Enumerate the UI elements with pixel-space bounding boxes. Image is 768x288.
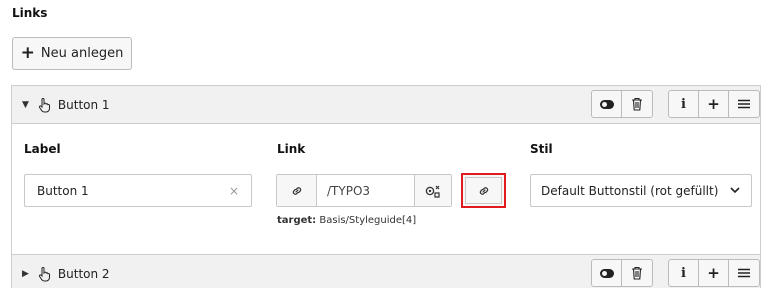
hamburger-icon — [738, 268, 750, 278]
drag-handle-icon[interactable] — [36, 97, 52, 113]
caret-right-icon[interactable]: ▶ — [22, 269, 29, 279]
toggle-visibility-button[interactable] — [592, 260, 622, 286]
info-icon: i — [681, 96, 686, 112]
link-input-value: /TYPO3 — [327, 183, 371, 198]
item-title: Button 1 — [57, 97, 110, 112]
info-icon: i — [681, 265, 686, 281]
link-target-info: target: Basis/Styleguide[4] — [277, 215, 416, 226]
toggle-icon — [599, 99, 614, 109]
item-panel-1: ▼ Button 1 i + Label Link Stil Button 1 … — [11, 85, 761, 255]
new-button-label: Neu anlegen — [40, 46, 124, 61]
menu-button[interactable] — [729, 91, 759, 117]
visibility-delete-group — [591, 90, 653, 118]
info-button[interactable]: i — [669, 91, 699, 117]
plus-icon: + — [20, 43, 35, 63]
plus-icon: + — [707, 95, 720, 113]
item-actions-group: i + — [668, 90, 760, 118]
link-icon — [292, 186, 301, 195]
delete-button[interactable] — [622, 91, 652, 117]
link-input[interactable]: /TYPO3 — [317, 175, 415, 206]
toggle-icon — [599, 268, 614, 278]
delete-button[interactable] — [622, 260, 652, 286]
target-label: target: — [277, 215, 317, 226]
label-input-value: Button 1 — [37, 183, 89, 198]
label-field-title: Label — [24, 142, 61, 156]
link-settings-icon — [425, 185, 440, 198]
item-actions-group: i + — [668, 259, 760, 287]
hamburger-icon — [738, 99, 750, 109]
visibility-delete-group — [591, 259, 653, 287]
style-select-value: Default Buttonstil (rot gefüllt) — [541, 183, 719, 198]
link-options-button[interactable] — [415, 175, 451, 206]
plus-icon: + — [707, 264, 720, 282]
chevron-down-icon — [730, 187, 740, 194]
caret-down-icon[interactable]: ▼ — [22, 100, 29, 110]
trash-icon — [632, 266, 642, 280]
style-select[interactable]: Default Buttonstil (rot gefüllt) — [530, 174, 752, 207]
link-type-button[interactable] — [277, 175, 317, 206]
link-browser-button[interactable] — [461, 173, 506, 208]
style-field-title: Stil — [530, 142, 553, 156]
item-title: Button 2 — [57, 266, 110, 281]
add-item-button[interactable]: + — [699, 91, 729, 117]
add-item-button[interactable]: + — [699, 260, 729, 286]
clear-icon[interactable]: × — [229, 184, 239, 198]
trash-icon — [632, 97, 642, 111]
link-icon — [479, 186, 488, 195]
info-button[interactable]: i — [669, 260, 699, 286]
link-browser-inner — [465, 177, 502, 204]
toggle-visibility-button[interactable] — [592, 91, 622, 117]
section-title: Links — [12, 6, 48, 20]
menu-button[interactable] — [729, 260, 759, 286]
link-field-title: Link — [277, 142, 306, 156]
new-button[interactable]: + Neu anlegen — [12, 37, 132, 70]
label-input[interactable]: Button 1 × — [24, 174, 252, 207]
target-value: Basis/Styleguide[4] — [319, 215, 417, 226]
item-panel-2: ▶ Button 2 i + — [11, 254, 761, 288]
drag-handle-icon[interactable] — [36, 266, 52, 282]
link-input-group: /TYPO3 — [276, 174, 452, 207]
item-panel-body: Label Link Stil Button 1 × /TYPO3 target… — [12, 123, 760, 254]
